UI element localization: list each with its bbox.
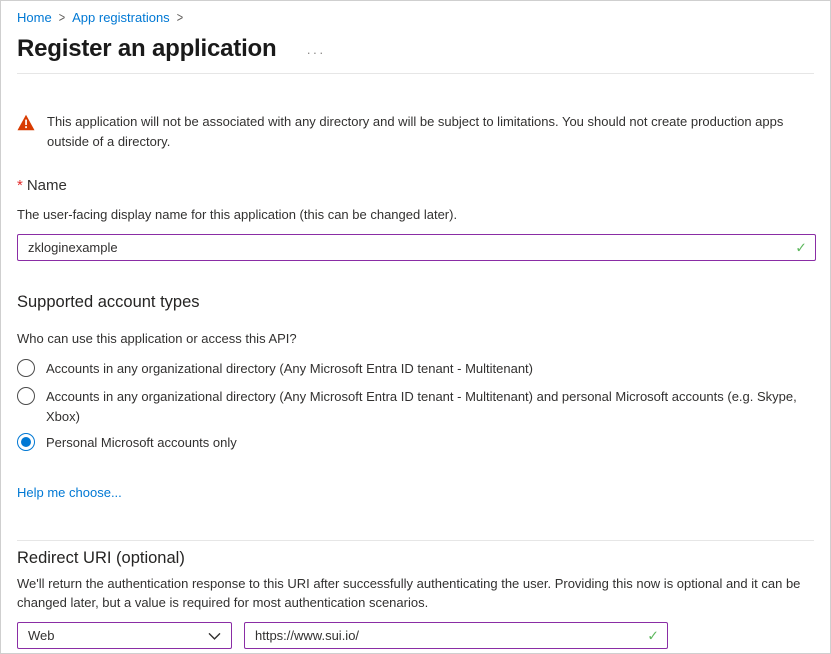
redirect-uri-input[interactable] <box>244 622 668 649</box>
name-field-label: *Name <box>17 177 814 194</box>
name-field-description: The user-facing display name for this ap… <box>17 205 814 224</box>
breadcrumb-home-link[interactable]: Home <box>17 10 52 25</box>
platform-select-value: Web <box>28 628 55 643</box>
radio-option-personal-only[interactable]: Personal Microsoft accounts only <box>17 433 814 453</box>
account-types-question: Who can use this application or access t… <box>17 331 814 346</box>
page-title: Register an application <box>17 35 276 63</box>
help-me-choose-link[interactable]: Help me choose... <box>17 485 122 500</box>
radio-button-icon[interactable] <box>17 359 35 377</box>
name-input[interactable] <box>17 234 816 261</box>
radio-option-label: Accounts in any organizational directory… <box>46 359 533 379</box>
breadcrumb-app-registrations-link[interactable]: App registrations <box>72 10 170 25</box>
warning-banner: This application will not be associated … <box>17 112 814 151</box>
radio-option-multitenant-personal[interactable]: Accounts in any organizational directory… <box>17 387 814 427</box>
more-menu-icon[interactable]: ··· <box>306 39 325 60</box>
required-marker: * <box>17 177 23 194</box>
radio-option-label: Accounts in any organizational directory… <box>46 387 814 427</box>
radio-option-label: Personal Microsoft accounts only <box>46 433 237 453</box>
chevron-down-icon <box>208 632 221 640</box>
radio-button-icon[interactable] <box>17 433 35 451</box>
register-application-page: Home > App registrations > Register an a… <box>0 0 831 654</box>
section-divider <box>17 540 814 541</box>
platform-select[interactable]: Web <box>17 622 232 649</box>
breadcrumb-separator-icon: > <box>177 10 183 25</box>
breadcrumb: Home > App registrations > <box>17 1 814 25</box>
breadcrumb-separator-icon: > <box>59 10 65 25</box>
title-divider <box>17 73 814 74</box>
redirect-uri-description: We'll return the authentication response… <box>17 574 814 612</box>
radio-button-icon[interactable] <box>17 387 35 405</box>
redirect-uri-heading: Redirect URI (optional) <box>17 549 814 568</box>
radio-option-multitenant[interactable]: Accounts in any organizational directory… <box>17 359 814 379</box>
warning-triangle-icon <box>17 114 35 151</box>
warning-text: This application will not be associated … <box>47 112 811 151</box>
supported-account-types-heading: Supported account types <box>17 293 814 312</box>
